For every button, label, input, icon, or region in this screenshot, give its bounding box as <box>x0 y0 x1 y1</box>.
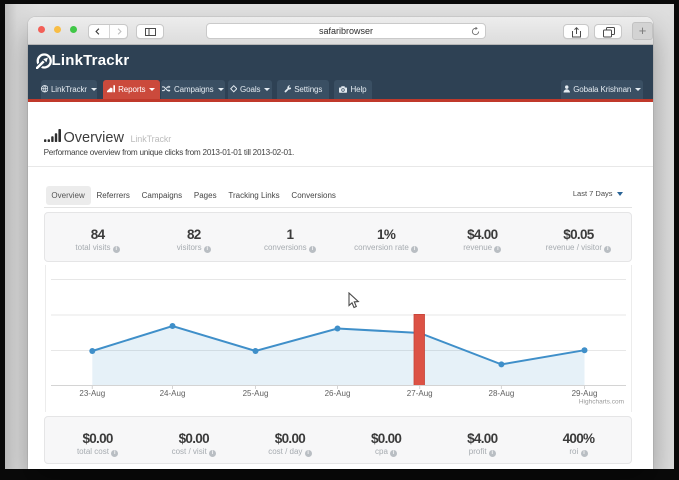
svg-text:25-Aug: 25-Aug <box>243 389 269 398</box>
svg-text:29-Aug: 29-Aug <box>572 389 598 398</box>
svg-text:28-Aug: 28-Aug <box>489 389 515 398</box>
svg-text:Highcharts.com: Highcharts.com <box>579 399 624 406</box>
svg-text:27-Aug: 27-Aug <box>407 389 433 398</box>
svg-text:24-Aug: 24-Aug <box>160 389 186 398</box>
svg-text:23-Aug: 23-Aug <box>79 389 105 398</box>
svg-text:26-Aug: 26-Aug <box>325 389 351 398</box>
